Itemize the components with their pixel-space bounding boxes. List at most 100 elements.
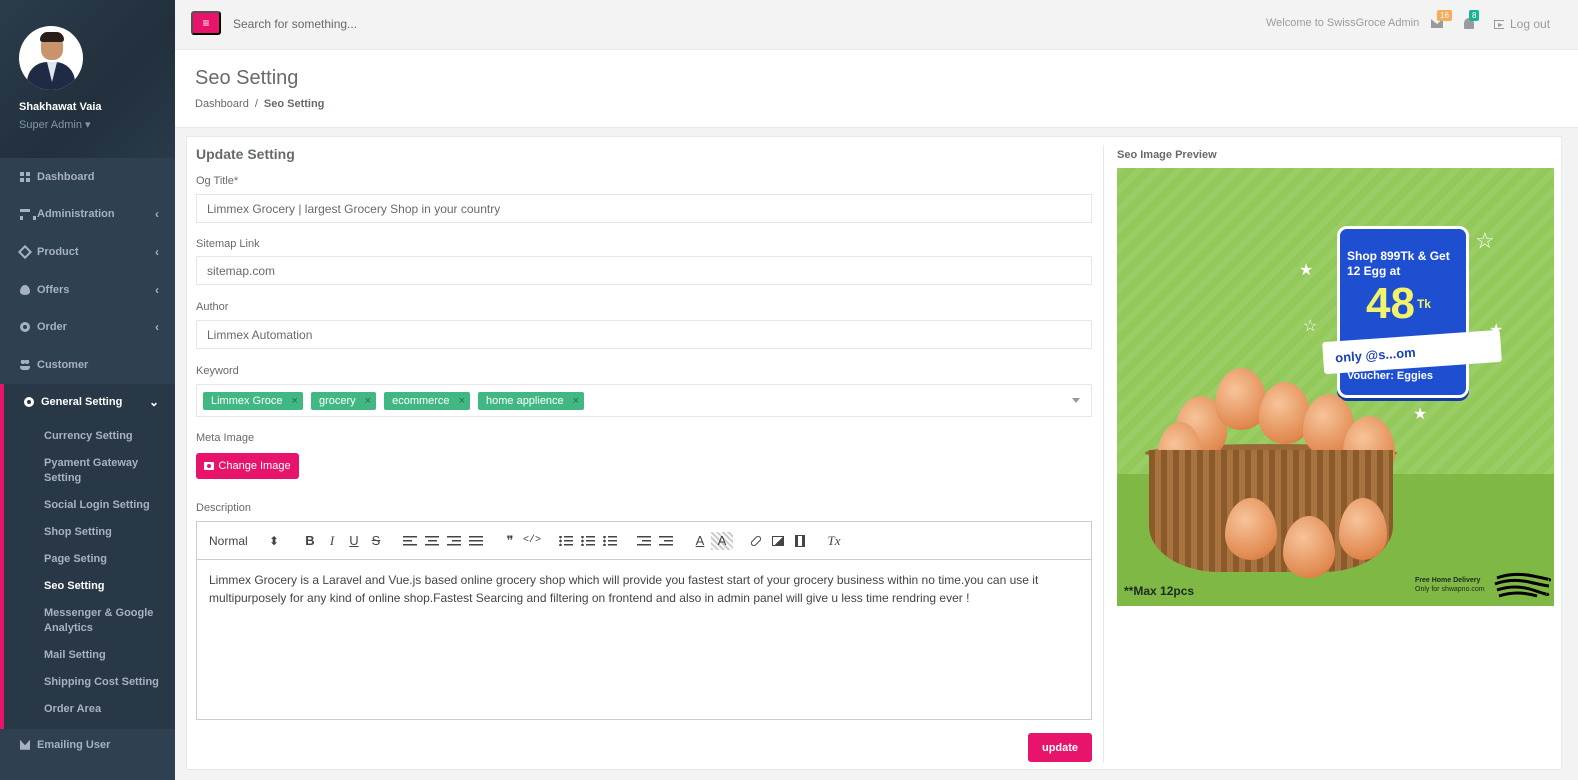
page-heading: Seo Setting Dashboard / Seo Setting xyxy=(175,50,1578,128)
sidebar-item-administration[interactable]: Administration ‹ xyxy=(0,196,175,234)
submenu-item-order-area[interactable]: Order Area xyxy=(4,696,175,723)
submenu-item-payment-gateway-setting[interactable]: Pyament Gateway Setting xyxy=(4,450,175,492)
star-icon: ☆ xyxy=(1303,318,1318,335)
promo-heading: Shop 899Tk & Get 12 Egg at xyxy=(1347,249,1450,278)
sitemap-link-label: Sitemap Link xyxy=(196,238,260,250)
outdent-button[interactable] xyxy=(633,532,655,550)
blockquote-button[interactable]: ❞ xyxy=(499,532,521,550)
submenu-item-social-login-setting[interactable]: Social Login Setting xyxy=(4,492,175,519)
chevron-down-icon: ⌄ xyxy=(148,395,159,410)
keyword-multiselect[interactable]: Limmex Groce × grocery × ecommerce × home a… xyxy=(196,384,1092,417)
align-right-icon xyxy=(447,535,461,546)
dashboard-icon xyxy=(20,171,30,182)
chevron-left-icon: ‹ xyxy=(155,244,159,259)
align-left-button[interactable] xyxy=(399,532,421,550)
star-icon: ★ xyxy=(1413,406,1428,423)
italic-button[interactable]: I xyxy=(321,532,343,550)
sidebar-item-emailing-user[interactable]: Emailing User xyxy=(0,726,175,764)
breadcrumb-current: Seo Setting xyxy=(263,98,325,110)
sidebar-item-general-setting[interactable]: General Setting ⌄ xyxy=(0,383,175,422)
sidebar-item-customer[interactable]: Customer xyxy=(0,346,175,384)
strike-button[interactable]: S xyxy=(365,532,387,550)
update-button[interactable]: update xyxy=(1028,733,1092,762)
messages-button[interactable]: 16 xyxy=(1431,10,1452,29)
keyword-tag-label: home applience xyxy=(486,394,564,407)
code-block-button[interactable]: </> xyxy=(521,532,543,550)
cog-icon xyxy=(20,322,30,333)
scribble-redaction xyxy=(1494,572,1551,598)
sidebar-item-order[interactable]: Order ‹ xyxy=(0,308,175,346)
link-icon xyxy=(749,534,763,547)
check-list-icon xyxy=(603,535,617,546)
sitemap-icon xyxy=(20,209,36,221)
top-navbar: ≡ Welcome to SwissGroce Admin 16 8 Log o… xyxy=(175,0,1578,50)
align-center-button[interactable] xyxy=(421,532,443,550)
video-button[interactable] xyxy=(789,532,811,550)
clear-format-button[interactable]: Tx xyxy=(823,532,845,550)
avatar[interactable] xyxy=(19,26,83,90)
tag-remove-icon[interactable]: × xyxy=(459,395,465,407)
align-right-button[interactable] xyxy=(443,532,465,550)
align-justify-button[interactable] xyxy=(465,532,487,550)
dropdown-caret-icon[interactable] xyxy=(1072,398,1080,403)
general-setting-submenu: Currency Setting Pyament Gateway Setting… xyxy=(0,421,175,730)
sidebar-item-dashboard[interactable]: Dashboard xyxy=(0,158,175,196)
page-title: Seo Setting xyxy=(195,67,299,89)
sidebar-item-product[interactable]: Product ‹ xyxy=(0,233,175,271)
description-rich-text-editor[interactable]: Normal ⬍ B I U S ❞ </> A A Tx Limmex Gro… xyxy=(196,521,1092,720)
image-button[interactable] xyxy=(767,532,789,550)
notifications-button[interactable]: 8 xyxy=(1463,10,1480,29)
breadcrumb: Dashboard / Seo Setting xyxy=(195,98,324,110)
sitemap-link-input[interactable]: sitemap.com xyxy=(196,256,1092,285)
tag-remove-icon[interactable]: × xyxy=(292,395,298,407)
sidebar-nav: Dashboard Administration ‹ Product ‹ Off… xyxy=(0,158,175,422)
submenu-item-mail-setting[interactable]: Mail Setting xyxy=(4,642,175,669)
breadcrumb-dashboard-link[interactable]: Dashboard xyxy=(195,98,249,110)
seo-setting-panel: Update Setting Og Title* Limmex Grocery … xyxy=(186,136,1562,770)
sidebar: Shakhawat Vaia Super Admin ▾ Dashboard A… xyxy=(0,0,175,780)
camera-icon xyxy=(204,462,215,470)
underline-button[interactable]: U xyxy=(343,532,365,550)
profile-role-dropdown[interactable]: Super Admin ▾ xyxy=(19,118,91,131)
bullet-list-button[interactable] xyxy=(577,532,599,550)
change-image-button[interactable]: Change Image xyxy=(196,453,299,479)
logout-link[interactable]: Log out xyxy=(1494,17,1550,31)
align-center-icon xyxy=(425,535,439,546)
link-button[interactable] xyxy=(745,532,767,550)
keyword-tag-label: ecommerce xyxy=(392,394,450,407)
sidebar-item-label: General Setting xyxy=(41,396,123,409)
og-title-label: Og Title* xyxy=(196,175,239,187)
submenu-item-messenger-google-analytics[interactable]: Messenger & Google Analytics xyxy=(4,600,175,642)
menu-toggle-button[interactable]: ≡ xyxy=(191,11,221,35)
author-label: Author xyxy=(196,301,229,313)
ordered-list-button[interactable] xyxy=(555,532,577,550)
text-color-button[interactable]: A xyxy=(689,532,711,550)
keyword-tag: home applience × xyxy=(478,391,585,410)
submenu-item-shipping-cost-setting[interactable]: Shipping Cost Setting xyxy=(4,669,175,696)
divider xyxy=(1103,145,1104,763)
seo-image-preview-title: Seo Image Preview xyxy=(1117,149,1217,161)
search-input[interactable] xyxy=(233,13,633,35)
og-title-input[interactable]: Limmex Grocery | largest Grocery Shop in… xyxy=(196,194,1092,223)
tag-remove-icon[interactable]: × xyxy=(573,395,579,407)
submenu-item-seo-setting[interactable]: Seo Setting xyxy=(4,573,175,600)
sidebar-item-label: Order xyxy=(37,321,67,334)
sidebar-bottom: Emailing User xyxy=(0,726,175,764)
promo-price: 48 Tk xyxy=(1366,279,1431,328)
description-text[interactable]: Limmex Grocery is a Laravel and Vue.js b… xyxy=(197,560,1091,618)
format-select[interactable]: Normal ⬍ xyxy=(209,534,279,548)
submenu-item-shop-setting[interactable]: Shop Setting xyxy=(4,519,175,546)
sidebar-item-offers[interactable]: Offers ‹ xyxy=(0,271,175,309)
author-input[interactable]: Limmex Automation xyxy=(196,320,1092,349)
profile-name: Shakhawat Vaia xyxy=(19,101,102,113)
submenu-item-page-setting[interactable]: Page Seting xyxy=(4,546,175,573)
bold-button[interactable]: B xyxy=(299,532,321,550)
gear-icon xyxy=(24,397,34,408)
tag-remove-icon[interactable]: × xyxy=(365,395,371,407)
indent-button[interactable] xyxy=(655,532,677,550)
submenu-item-currency-setting[interactable]: Currency Setting xyxy=(4,423,175,450)
background-color-button[interactable]: A xyxy=(711,531,733,550)
diamond-icon xyxy=(17,244,33,260)
align-justify-icon xyxy=(469,535,483,546)
check-list-button[interactable] xyxy=(599,532,621,550)
